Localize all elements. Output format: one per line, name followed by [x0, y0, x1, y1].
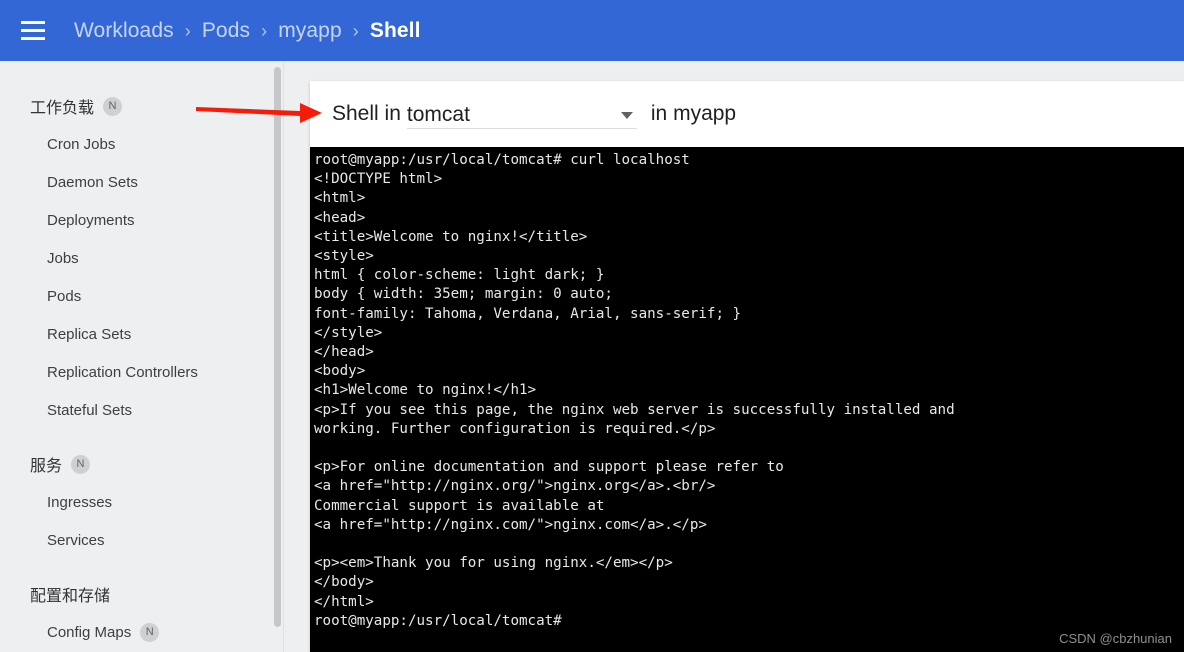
hamburger-bar: [21, 21, 45, 24]
dashboard-shell-page: Workloads › Pods › myapp › Shell 工作负载 N Cron Job…: [0, 0, 1184, 652]
breadcrumb-separator-icon: ›: [261, 20, 268, 41]
namespace-label: in myapp: [650, 102, 737, 125]
sidebar-item-label: Deployments: [47, 211, 135, 229]
breadcrumb-item-pods[interactable]: Pods: [202, 19, 250, 43]
breadcrumb: Workloads › Pods › myapp › Shell: [74, 19, 421, 43]
terminal-text: root@myapp:/usr/local/tomcat# curl local…: [314, 152, 955, 629]
nav-group-spacer: [0, 429, 283, 445]
sidebar-item-services[interactable]: Services: [0, 521, 283, 559]
nav-group-label: 配置和存储: [30, 588, 111, 605]
container-select-value: tomcat: [406, 103, 470, 126]
sidebar-item-cron-jobs[interactable]: Cron Jobs: [0, 125, 283, 163]
sidebar-item-label: Config Maps: [47, 623, 132, 641]
nav-group-label: 服务: [30, 458, 63, 475]
breadcrumb-separator-icon: ›: [352, 20, 359, 41]
sidebar-item-replica-sets[interactable]: Replica Sets: [0, 315, 283, 353]
nav-group-1[interactable]: 工作负载 N: [0, 87, 283, 125]
nav-group-3[interactable]: 配置和存储: [0, 575, 283, 613]
namespace-badge: N: [140, 622, 160, 642]
sidebar-item-config-maps[interactable]: Config Maps N: [0, 613, 283, 651]
breadcrumb-item-shell: Shell: [369, 18, 421, 42]
sidebar-item-replication-controllers[interactable]: Replication Controllers: [0, 353, 283, 391]
sidebar-item-label: Replication Controllers: [47, 363, 198, 381]
sidebar-item-jobs[interactable]: Jobs: [0, 239, 283, 277]
sidebar-item-label: Daemon Sets: [47, 173, 138, 191]
nav-group-label: 工作负载: [30, 100, 95, 117]
nav-group-spacer: [0, 559, 283, 575]
sidebar-item-ingresses[interactable]: Ingresses: [0, 483, 283, 521]
hamburger-bar: [21, 29, 45, 32]
sidebar-item-label: Stateful Sets: [47, 401, 133, 419]
hamburger-bar: [21, 37, 45, 40]
sidebar-item-label: Jobs: [47, 249, 79, 267]
sidebar-item-label: Ingresses: [47, 493, 113, 511]
sidebar-scrollbar[interactable]: [274, 67, 281, 627]
container-select[interactable]: tomcat: [406, 99, 637, 129]
breadcrumb-separator-icon: ›: [184, 20, 191, 41]
sidebar-item-label: Pods: [47, 287, 82, 305]
sidebar-navigation: 工作负载 N Cron Jobs Daemon Sets Deployments Jobs…: [0, 61, 284, 652]
shell-prefix-label: Shell in: [332, 102, 401, 125]
shell-card: Shell in tomcat in myapp root@myapp:/usr…: [310, 81, 1184, 652]
hamburger-menu-icon[interactable]: [18, 16, 48, 46]
terminal-output-panel[interactable]: root@myapp:/usr/local/tomcat# curl local…: [310, 147, 1184, 652]
breadcrumb-item-myapp[interactable]: myapp: [278, 19, 342, 43]
main-content: Shell in tomcat in myapp root@myapp:/usr…: [284, 61, 1184, 652]
top-app-bar: Workloads › Pods › myapp › Shell: [0, 0, 1184, 61]
namespace-badge: N: [71, 454, 91, 474]
chevron-down-icon: [620, 112, 633, 119]
sidebar-item-deployments[interactable]: Deployments: [0, 201, 283, 239]
namespace-badge: N: [103, 96, 123, 116]
sidebar-item-label: Cron Jobs: [47, 135, 116, 153]
nav-group-2[interactable]: 服务 N: [0, 445, 283, 483]
breadcrumb-item-workloads[interactable]: Workloads: [74, 19, 174, 43]
sidebar-item-stateful-sets[interactable]: Stateful Sets: [0, 391, 283, 429]
shell-card-header: Shell in tomcat in myapp: [310, 81, 1184, 147]
sidebar-item-daemon-sets[interactable]: Daemon Sets: [0, 163, 283, 201]
sidebar-item-label: Replica Sets: [47, 325, 132, 343]
sidebar-item-pods[interactable]: Pods: [0, 277, 283, 315]
sidebar-item-label: Services: [47, 531, 105, 549]
